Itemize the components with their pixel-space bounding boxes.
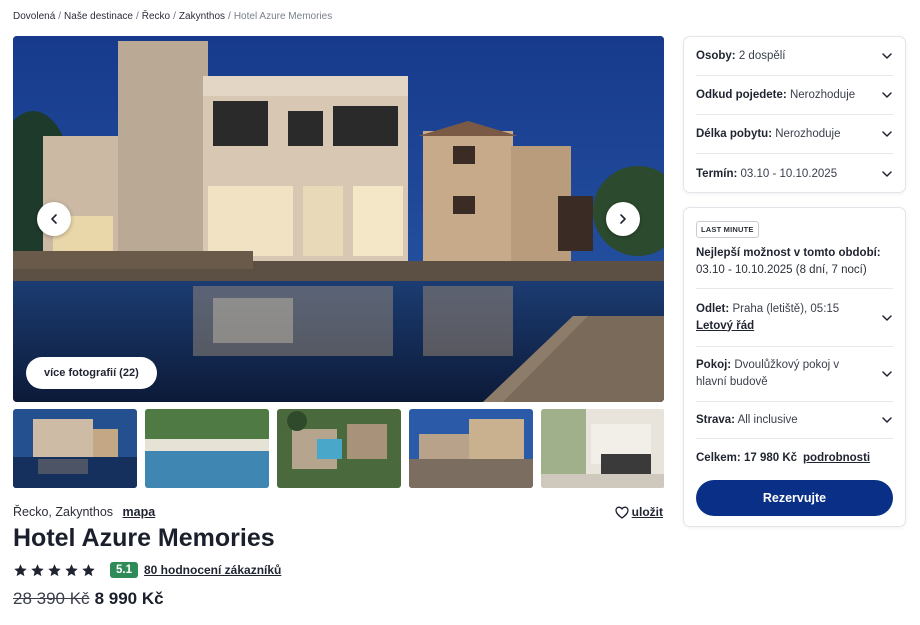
chevron-left-icon bbox=[51, 214, 57, 224]
thumbnail-4[interactable] bbox=[409, 409, 533, 488]
more-photos-button[interactable]: více fotografií (22) bbox=[26, 357, 157, 389]
star-icon bbox=[31, 563, 44, 576]
best-option-title: Nejlepší možnost v tomto období: bbox=[696, 247, 881, 259]
breadcrumb-item-dovolena[interactable]: Dovolená bbox=[13, 11, 55, 22]
save-button[interactable]: uložit bbox=[615, 505, 663, 519]
star-icon bbox=[14, 563, 27, 576]
location-text: Řecko, Zakynthos bbox=[13, 505, 114, 519]
chevron-down-icon bbox=[882, 314, 892, 321]
price-row: 28 390 Kč 8 990 Kč bbox=[13, 589, 164, 609]
breadcrumb-item-destinations[interactable]: Naše destinace bbox=[64, 11, 133, 22]
search-filters-panel: Osoby: 2 dospělí Odkud pojedete: Nerozho… bbox=[683, 36, 906, 193]
rating-row: 5.1 80 hodnocení zákazníků bbox=[13, 561, 281, 579]
thumbnail-1[interactable] bbox=[13, 409, 137, 488]
main-photo[interactable]: více fotografií (22) bbox=[13, 36, 664, 402]
previous-photo-button[interactable] bbox=[37, 202, 71, 236]
filter-date[interactable]: Termín: 03.10 - 10.10.2025 bbox=[696, 154, 893, 193]
chevron-down-icon bbox=[882, 131, 892, 137]
total-price: 17 980 Kč bbox=[743, 452, 798, 464]
breadcrumb-item-greece[interactable]: Řecko bbox=[142, 11, 170, 22]
original-price: 28 390 Kč bbox=[13, 589, 90, 608]
rating-score-badge: 5.1 bbox=[110, 562, 138, 578]
chevron-down-icon bbox=[882, 170, 892, 177]
last-minute-badge: LAST MINUTE bbox=[696, 221, 759, 238]
thumbnail-pool-day bbox=[145, 409, 269, 488]
departure-value: Praha (letiště), 05:15 bbox=[732, 302, 840, 315]
chevron-right-icon bbox=[620, 214, 626, 224]
star-icon bbox=[48, 563, 61, 576]
chevron-down-icon bbox=[882, 92, 892, 98]
details-link[interactable]: podrobnosti bbox=[803, 452, 870, 464]
board-value: All inclusive bbox=[737, 413, 798, 426]
thumbnail-aerial-view bbox=[277, 409, 401, 488]
thumbnail-5[interactable] bbox=[541, 409, 664, 488]
offer-panel: LAST MINUTE Nejlepší možnost v tomto obd… bbox=[683, 207, 906, 527]
save-label: uložit bbox=[631, 505, 663, 519]
star-icon bbox=[65, 563, 78, 576]
thumbnail-2[interactable] bbox=[145, 409, 269, 488]
hotel-night-photo bbox=[13, 36, 664, 402]
timetable-link[interactable]: Letový řád bbox=[696, 320, 754, 332]
chevron-down-icon bbox=[882, 53, 892, 59]
breadcrumb: Dovolená / Naše destinace / Řecko / Zakynthos /… bbox=[13, 11, 333, 22]
star-icon bbox=[82, 563, 95, 576]
heart-icon bbox=[615, 506, 629, 519]
breadcrumb-item-zakynthos[interactable]: Zakynthos bbox=[179, 11, 225, 22]
filter-persons[interactable]: Osoby: 2 dospělí bbox=[696, 37, 893, 76]
hotel-location: Řecko, Zakynthos mapa bbox=[13, 505, 155, 519]
star-rating bbox=[13, 563, 96, 578]
breadcrumb-current: Hotel Azure Memories bbox=[233, 11, 333, 22]
chevron-down-icon bbox=[882, 417, 892, 423]
thumbnail-terrace-night bbox=[409, 409, 533, 488]
chevron-down-icon bbox=[882, 371, 892, 377]
thumbnail-strip bbox=[13, 409, 664, 488]
thumbnail-hotel-night bbox=[13, 409, 137, 488]
best-option-dates: 03.10 - 10.10.2025 (8 dní, 7 nocí) bbox=[696, 264, 867, 276]
reviews-link[interactable]: 80 hodnocení zákazníků bbox=[144, 563, 281, 577]
thumbnail-lobby bbox=[541, 409, 664, 488]
total-price-row: Celkem: 17 980 Kč podrobnosti bbox=[696, 452, 871, 464]
reserve-button[interactable]: Rezervujte bbox=[696, 480, 893, 516]
departure-row[interactable]: Odlet: Praha (letiště), 05:15 Letový řád bbox=[696, 289, 893, 347]
filter-stay-length[interactable]: Délka pobytu: Nerozhoduje bbox=[696, 115, 893, 154]
current-price: 8 990 Kč bbox=[94, 589, 164, 608]
thumbnail-3[interactable] bbox=[277, 409, 401, 488]
board-row[interactable]: Strava: All inclusive bbox=[696, 402, 893, 439]
next-photo-button[interactable] bbox=[606, 202, 640, 236]
map-link[interactable]: mapa bbox=[123, 505, 156, 519]
room-row[interactable]: Pokoj: Dvoulůžkový pokoj v hlavní budově bbox=[696, 347, 893, 402]
hotel-name: Hotel Azure Memories bbox=[13, 524, 275, 552]
filter-departure-from[interactable]: Odkud pojedete: Nerozhoduje bbox=[696, 76, 893, 115]
best-option: Nejlepší možnost v tomto období: 03.10 -… bbox=[696, 245, 893, 289]
